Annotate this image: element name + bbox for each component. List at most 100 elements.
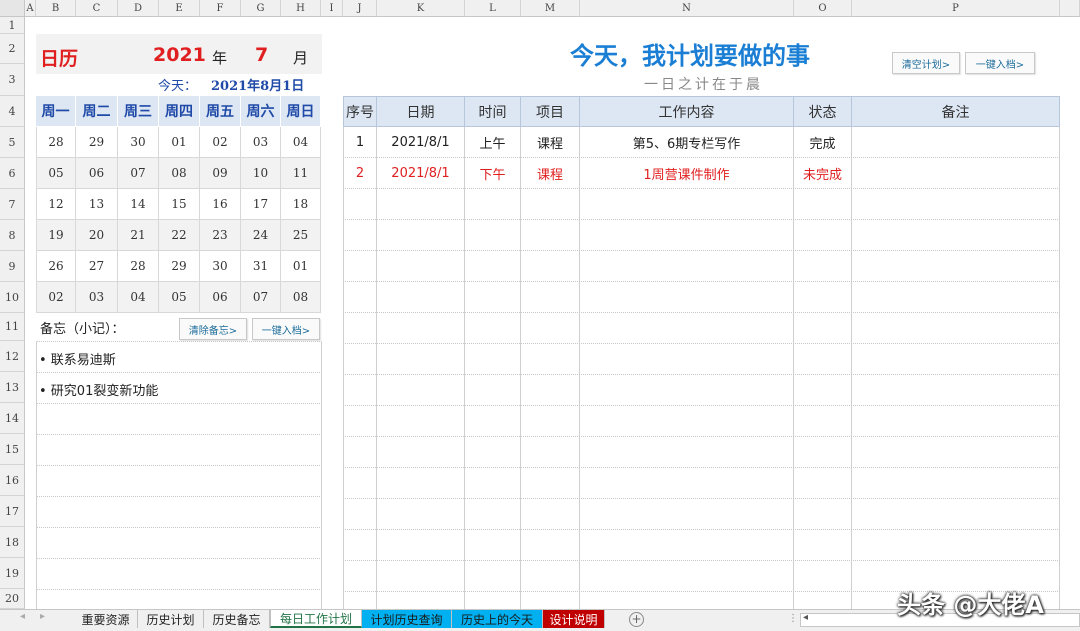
calendar-day[interactable]: 02 [36, 282, 76, 313]
plan-cell-status[interactable] [794, 251, 852, 282]
plan-cell-time[interactable]: 下午 [465, 158, 521, 189]
plan-cell-time[interactable] [465, 220, 521, 251]
plan-cell-content[interactable] [580, 561, 794, 592]
plan-cell-status[interactable] [794, 530, 852, 561]
plan-cell-time[interactable] [465, 561, 521, 592]
column-header-O[interactable]: O [794, 0, 852, 17]
calendar-day[interactable]: 28 [36, 127, 76, 158]
column-header-K[interactable]: K [377, 0, 465, 17]
plan-cell-status[interactable] [794, 282, 852, 313]
calendar-day[interactable]: 24 [241, 220, 281, 251]
tab-splitter-icon[interactable]: ⋮ [788, 613, 798, 624]
plan-cell-note[interactable] [852, 189, 1060, 220]
plan-cell-status[interactable]: 完成 [794, 127, 852, 158]
plan-cell-note[interactable] [852, 282, 1060, 313]
plan-cell-status[interactable] [794, 189, 852, 220]
calendar-day[interactable]: 03 [76, 282, 118, 313]
sheet-tab[interactable]: 历史计划 [138, 610, 204, 628]
column-header-A[interactable]: A [25, 0, 36, 17]
add-sheet-icon[interactable]: + [629, 612, 644, 627]
plan-cell-date[interactable] [377, 468, 465, 499]
calendar-day[interactable]: 04 [281, 127, 321, 158]
plan-cell-date[interactable] [377, 375, 465, 406]
calendar-day[interactable]: 02 [200, 127, 241, 158]
calendar-day[interactable]: 26 [36, 251, 76, 282]
calendar-day[interactable]: 04 [118, 282, 159, 313]
plan-cell-note[interactable] [852, 406, 1060, 437]
calendar-day[interactable]: 30 [200, 251, 241, 282]
plan-cell-content[interactable]: 第5、6期专栏写作 [580, 127, 794, 158]
row-header-14[interactable]: 14 [0, 403, 25, 434]
calendar-day[interactable]: 14 [118, 189, 159, 220]
sheet-tab[interactable]: 历史备忘 [204, 610, 270, 628]
plan-cell-content[interactable] [580, 313, 794, 344]
calendar-day[interactable]: 21 [118, 220, 159, 251]
clear-plan-button[interactable]: 清空计划> [892, 52, 960, 74]
sheet-tab[interactable]: 重要资源 [74, 610, 138, 628]
plan-cell-project[interactable] [521, 406, 580, 437]
sheet-tab[interactable]: 每日工作计划 [270, 610, 362, 628]
calendar-day[interactable]: 30 [118, 127, 159, 158]
scroll-left-arrow-icon[interactable]: ◂ [803, 612, 808, 623]
plan-cell-date[interactable]: 2021/8/1 [377, 158, 465, 189]
plan-cell-note[interactable] [852, 251, 1060, 282]
plan-cell-content[interactable] [580, 437, 794, 468]
plan-cell-no[interactable]: 1 [343, 127, 377, 158]
calendar-day[interactable]: 03 [241, 127, 281, 158]
calendar-day[interactable]: 25 [281, 220, 321, 251]
calendar-day[interactable]: 05 [36, 158, 76, 189]
calendar-day[interactable]: 16 [200, 189, 241, 220]
calendar-day[interactable]: 12 [36, 189, 76, 220]
plan-cell-note[interactable] [852, 530, 1060, 561]
plan-cell-time[interactable] [465, 530, 521, 561]
column-header-F[interactable]: F [200, 0, 241, 17]
plan-cell-content[interactable] [580, 251, 794, 282]
plan-cell-content[interactable] [580, 468, 794, 499]
calendar-day[interactable]: 09 [200, 158, 241, 189]
plan-cell-content[interactable] [580, 344, 794, 375]
plan-cell-time[interactable] [465, 313, 521, 344]
plan-cell-date[interactable] [377, 561, 465, 592]
plan-cell-time[interactable] [465, 468, 521, 499]
plan-cell-project[interactable] [521, 561, 580, 592]
plan-cell-status[interactable] [794, 220, 852, 251]
plan-cell-time[interactable] [465, 251, 521, 282]
plan-cell-project[interactable] [521, 437, 580, 468]
calendar-day[interactable]: 08 [159, 158, 200, 189]
plan-cell-no[interactable]: 2 [343, 158, 377, 189]
plan-cell-time[interactable] [465, 189, 521, 220]
column-header-H[interactable]: H [281, 0, 321, 17]
plan-cell-time[interactable] [465, 375, 521, 406]
plan-cell-project[interactable] [521, 251, 580, 282]
plan-cell-status[interactable] [794, 406, 852, 437]
calendar-day[interactable]: 06 [200, 282, 241, 313]
plan-cell-note[interactable] [852, 220, 1060, 251]
calendar-day[interactable]: 01 [159, 127, 200, 158]
plan-cell-note[interactable] [852, 468, 1060, 499]
clear-memo-button[interactable]: 清除备忘> [179, 318, 247, 340]
row-header-15[interactable]: 15 [0, 434, 25, 465]
plan-cell-content[interactable] [580, 189, 794, 220]
row-header-2[interactable]: 2 [0, 34, 25, 64]
sheet-tab[interactable]: 历史上的今天 [452, 610, 543, 628]
plan-cell-project[interactable] [521, 344, 580, 375]
calendar-day[interactable]: 07 [241, 282, 281, 313]
plan-cell-note[interactable] [852, 127, 1060, 158]
plan-cell-content[interactable] [580, 499, 794, 530]
plan-cell-content[interactable] [580, 220, 794, 251]
column-header-N[interactable]: N [580, 0, 794, 17]
row-header-7[interactable]: 7 [0, 189, 25, 220]
plan-cell-no[interactable] [343, 530, 377, 561]
column-header-D[interactable]: D [118, 0, 159, 17]
plan-cell-date[interactable] [377, 344, 465, 375]
tab-scroll-left-icon[interactable]: ◂ [20, 611, 25, 622]
row-header-17[interactable]: 17 [0, 496, 25, 527]
row-header-10[interactable]: 10 [0, 282, 25, 313]
tab-scroll-right-icon[interactable]: ▸ [40, 611, 45, 622]
plan-cell-time[interactable]: 上午 [465, 127, 521, 158]
plan-cell-status[interactable] [794, 499, 852, 530]
plan-cell-no[interactable] [343, 499, 377, 530]
plan-cell-status[interactable]: 未完成 [794, 158, 852, 189]
select-all-corner[interactable] [0, 0, 25, 17]
plan-cell-no[interactable] [343, 344, 377, 375]
